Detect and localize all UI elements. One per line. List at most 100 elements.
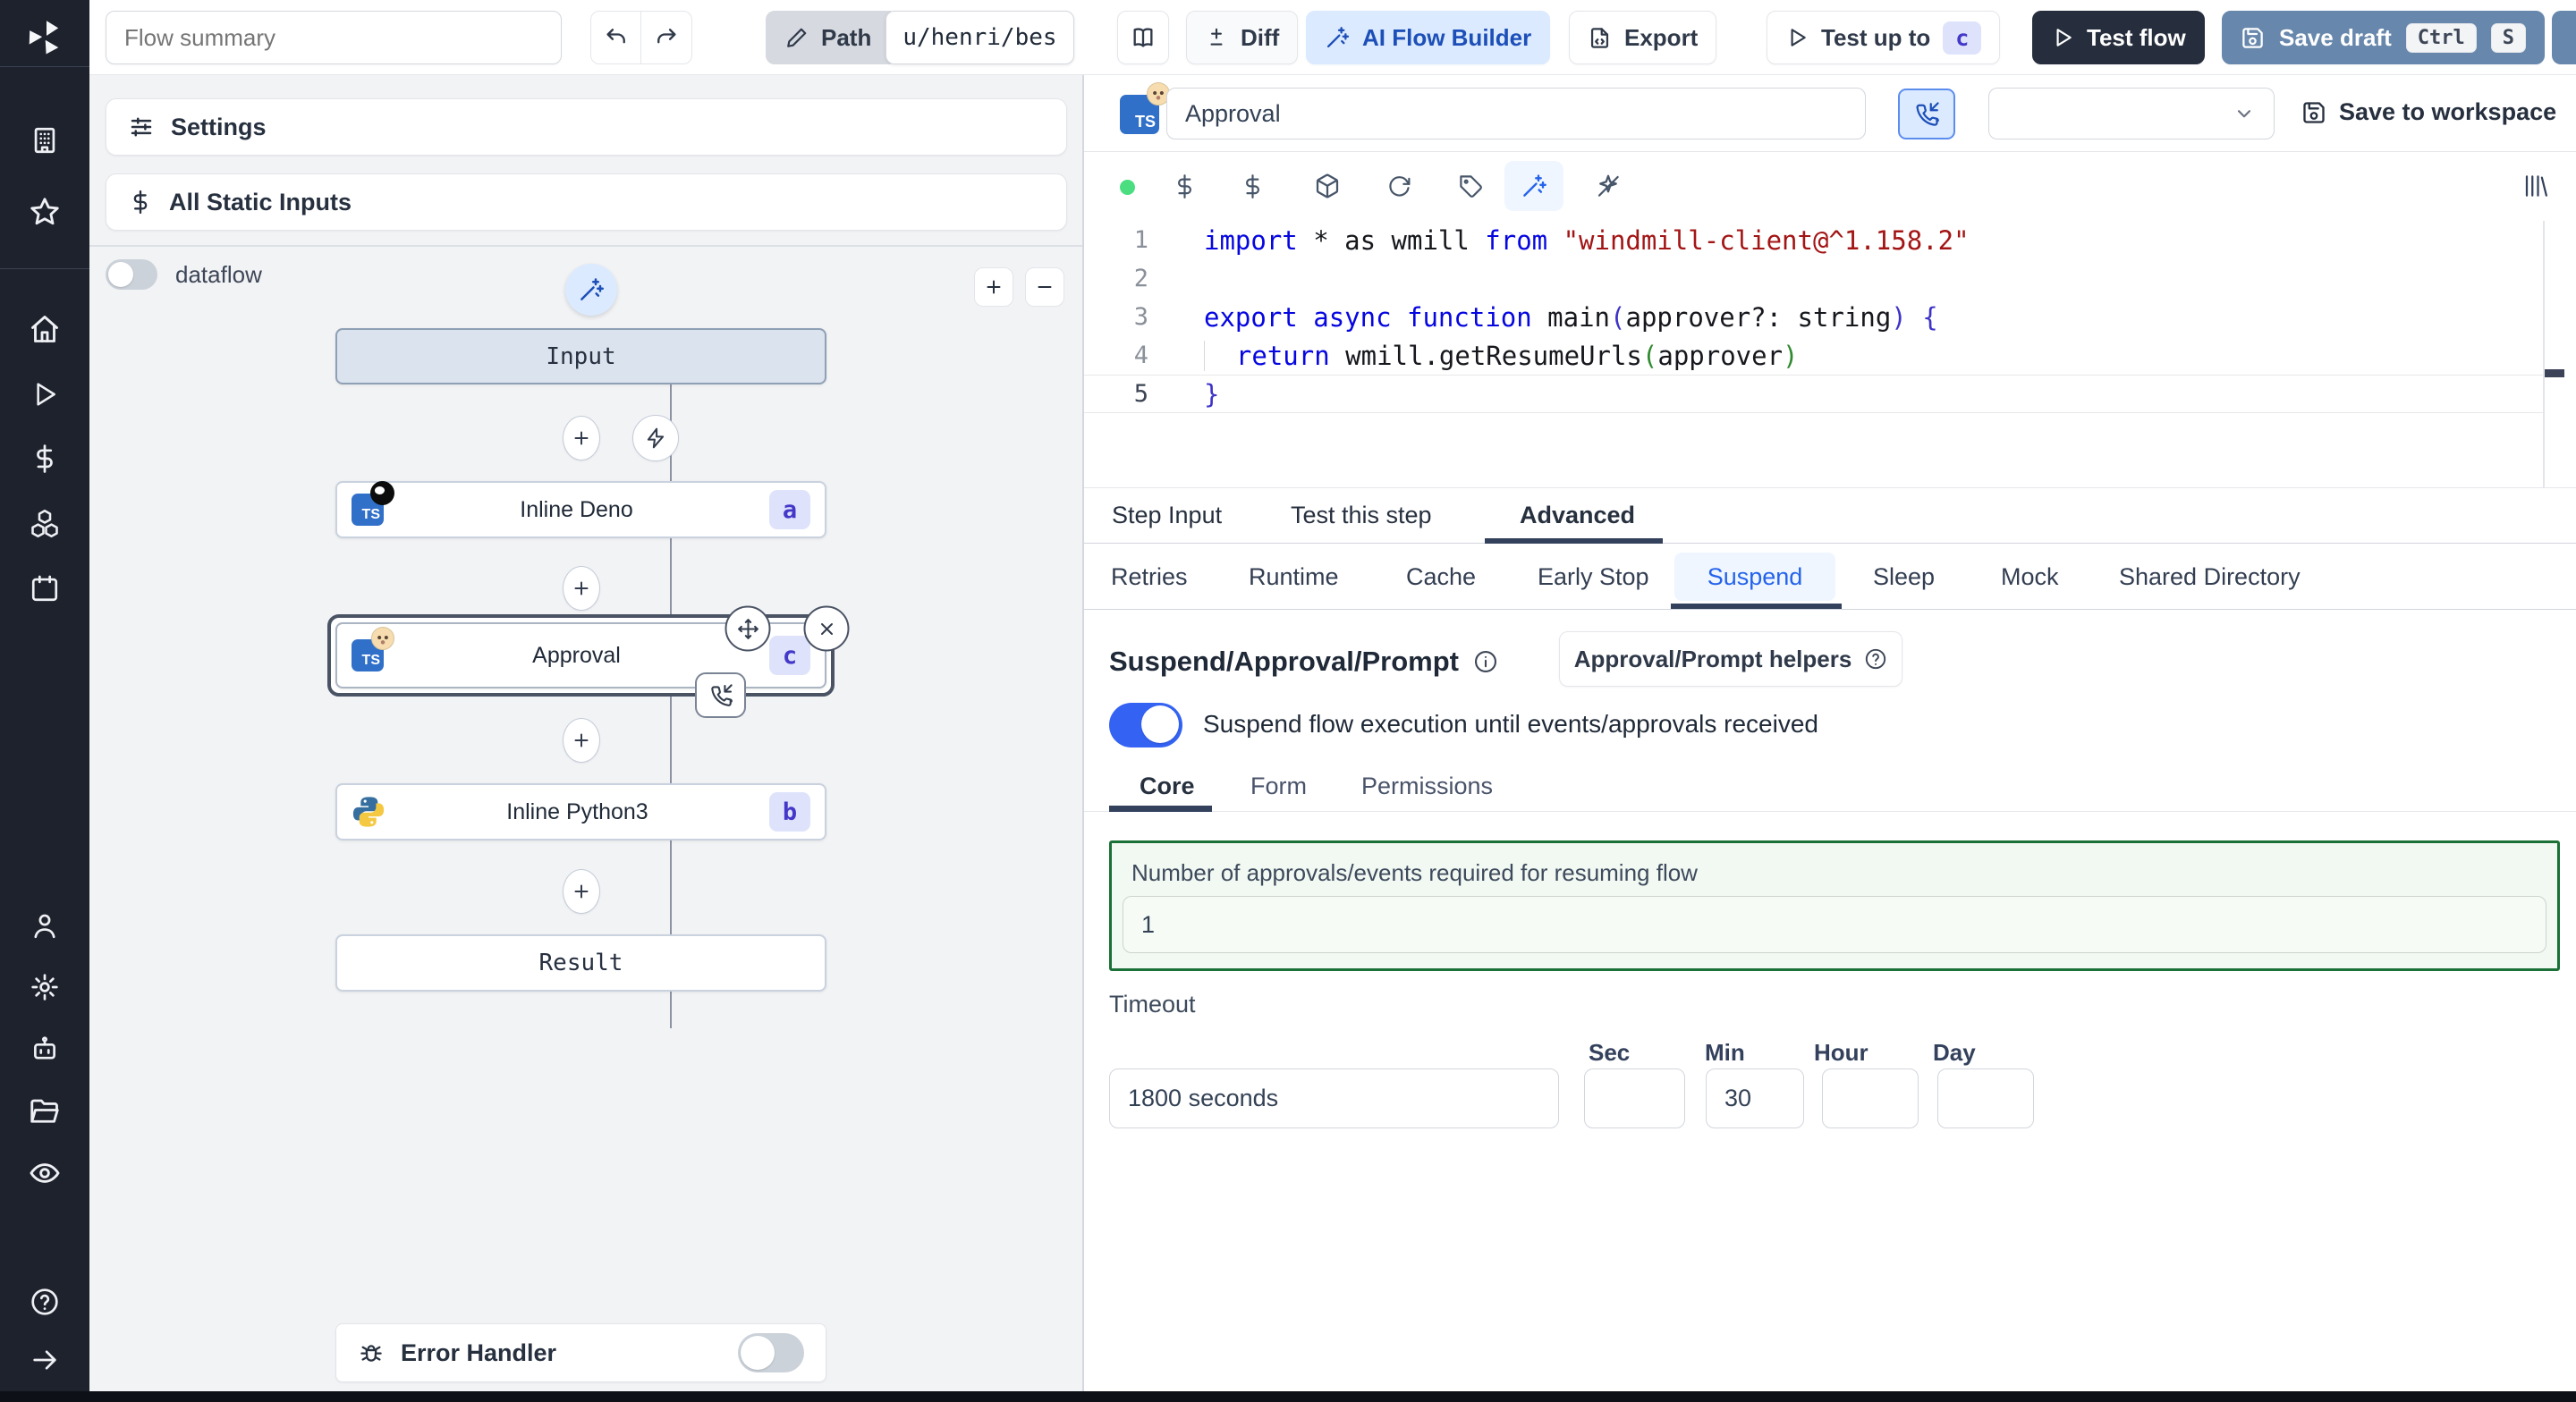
top-toolbar: Path u/henri/bes Diff AI Flow Builder Ex… — [89, 0, 2576, 75]
step-node-inline-python3[interactable]: Inline Python3 b — [335, 783, 826, 840]
insert-step-button[interactable] — [563, 566, 600, 611]
diff-button[interactable]: Diff — [1186, 11, 1299, 64]
favorites-star-icon[interactable] — [29, 196, 61, 228]
input-node[interactable]: Input — [335, 328, 826, 384]
subtab-suspend[interactable]: Suspend — [1674, 553, 1835, 601]
variables-dollar-icon[interactable] — [30, 443, 60, 474]
audit-eye-icon[interactable] — [29, 1157, 61, 1189]
all-static-inputs-button[interactable]: All Static Inputs — [106, 173, 1067, 231]
disable-assistant-button[interactable] — [1583, 161, 1633, 211]
timeout-day-input[interactable] — [1956, 1085, 2015, 1112]
reset-button[interactable] — [1374, 161, 1424, 211]
ai-step-wand-button[interactable] — [565, 264, 617, 316]
save-to-workspace-button[interactable]: Save to workspace — [2301, 98, 2556, 126]
timeout-total-input[interactable] — [1128, 1085, 1540, 1112]
test-up-to-label: Test up to — [1821, 23, 1931, 51]
resources-cubes-icon[interactable] — [29, 508, 61, 540]
package-button[interactable] — [1302, 161, 1352, 211]
dataflow-toggle[interactable] — [106, 259, 157, 290]
library-button[interactable] — [2511, 161, 2561, 211]
insert-step-button[interactable] — [563, 416, 600, 460]
result-node[interactable]: Result — [335, 934, 826, 992]
step-title-field[interactable] — [1166, 88, 1866, 139]
workspace-building-icon[interactable] — [30, 125, 60, 156]
trigger-bolt-button[interactable] — [632, 415, 679, 461]
undo-button[interactable] — [591, 12, 641, 63]
flow-settings-button[interactable]: Settings — [106, 98, 1067, 156]
line-number: 3 — [1133, 303, 1148, 331]
help-circle-icon[interactable] — [30, 1287, 60, 1317]
user-icon[interactable] — [30, 910, 60, 941]
deploy-button-partial[interactable] — [2552, 11, 2576, 64]
insert-step-button[interactable] — [563, 718, 600, 763]
folders-icon[interactable] — [29, 1095, 61, 1128]
code-editor[interactable]: 1 import * as wmill from "windmill-clien… — [1084, 221, 2576, 487]
ai-flow-builder-button[interactable]: AI Flow Builder — [1306, 11, 1551, 64]
tab-step-input[interactable]: Step Input — [1112, 502, 1222, 529]
save-draft-button[interactable]: Save draft Ctrl S — [2222, 11, 2545, 64]
tab-permissions[interactable]: Permissions — [1361, 773, 1493, 800]
timeout-hour-input[interactable] — [1841, 1085, 1900, 1112]
resource-picker-button[interactable] — [1227, 161, 1277, 211]
flow-summary-input[interactable] — [124, 23, 543, 52]
timeout-total-field[interactable] — [1109, 1068, 1559, 1128]
step-label: Inline Python3 — [506, 798, 648, 824]
tab-test-this-step[interactable]: Test this step — [1291, 502, 1432, 529]
workers-robot-icon[interactable] — [30, 1035, 60, 1065]
result-node-label: Result — [538, 950, 623, 976]
move-step-button[interactable] — [724, 605, 771, 652]
docs-button[interactable] — [1117, 11, 1169, 64]
dollar-icon — [1177, 173, 1191, 198]
home-icon[interactable] — [29, 313, 61, 345]
timeout-sec-input[interactable] — [1603, 1085, 1666, 1112]
export-button[interactable]: Export — [1569, 11, 1717, 64]
step-title-input[interactable] — [1185, 99, 1847, 128]
magic-wand-icon — [580, 278, 604, 300]
redo-button[interactable] — [641, 12, 691, 63]
approvals-required-input[interactable] — [1141, 910, 2528, 939]
approvals-required-field[interactable] — [1123, 896, 2546, 953]
flow-settings-label: Settings — [171, 113, 267, 140]
subtab-early-stop[interactable]: Early Stop — [1538, 563, 1649, 591]
flow-summary-field[interactable] — [106, 11, 562, 64]
ai-assistant-button[interactable] — [1504, 161, 1563, 211]
kbd-s: S — [2490, 22, 2526, 53]
timeout-sec-field[interactable] — [1584, 1068, 1685, 1128]
schedules-calendar-icon[interactable] — [30, 573, 60, 604]
header-select[interactable] — [1988, 88, 2275, 139]
timeout-min-input[interactable] — [1724, 1085, 1785, 1112]
approval-prompt-helpers-button[interactable]: Approval/Prompt helpers — [1559, 631, 1902, 687]
zoom-out-button[interactable] — [1025, 267, 1064, 307]
path-value-field[interactable]: u/henri/bes — [886, 11, 1074, 64]
suspend-indicator-chip[interactable] — [695, 672, 746, 718]
suspend-phone-button[interactable] — [1898, 89, 1955, 139]
insert-step-button[interactable] — [563, 869, 600, 914]
subtab-retries[interactable]: Retries — [1111, 563, 1188, 591]
settings-gear-icon[interactable] — [30, 972, 60, 1002]
tab-form[interactable]: Form — [1250, 773, 1307, 800]
format-tag-button[interactable] — [1445, 161, 1496, 211]
runs-play-icon[interactable] — [30, 380, 59, 409]
suspend-toggle[interactable] — [1109, 703, 1182, 747]
subtab-sleep[interactable]: Sleep — [1873, 563, 1935, 591]
step-node-inline-deno[interactable]: TS Inline Deno a — [335, 481, 826, 538]
collapse-arrow-right-icon[interactable] — [30, 1345, 60, 1375]
tab-advanced[interactable]: Advanced — [1520, 502, 1635, 529]
subtab-shared-directory[interactable]: Shared Directory — [2119, 563, 2301, 591]
zoom-in-button[interactable] — [974, 267, 1013, 307]
timeout-hour-field[interactable] — [1822, 1068, 1919, 1128]
error-handler-toggle[interactable] — [738, 1333, 804, 1372]
info-icon[interactable] — [1473, 649, 1498, 674]
tab-core[interactable]: Core — [1140, 773, 1195, 800]
variable-picker-button[interactable] — [1159, 161, 1209, 211]
timeout-day-field[interactable] — [1937, 1068, 2034, 1128]
subtab-cache[interactable]: Cache — [1406, 563, 1476, 591]
path-button[interactable]: Path — [766, 11, 892, 64]
subtab-runtime[interactable]: Runtime — [1249, 563, 1339, 591]
subtab-mock[interactable]: Mock — [2001, 563, 2059, 591]
windmill-logo-icon[interactable] — [23, 16, 66, 59]
timeout-min-field[interactable] — [1706, 1068, 1804, 1128]
test-up-to-button[interactable]: Test up to c — [1767, 11, 2001, 64]
test-flow-button[interactable]: Test flow — [2032, 11, 2205, 64]
delete-step-button[interactable] — [803, 605, 850, 652]
